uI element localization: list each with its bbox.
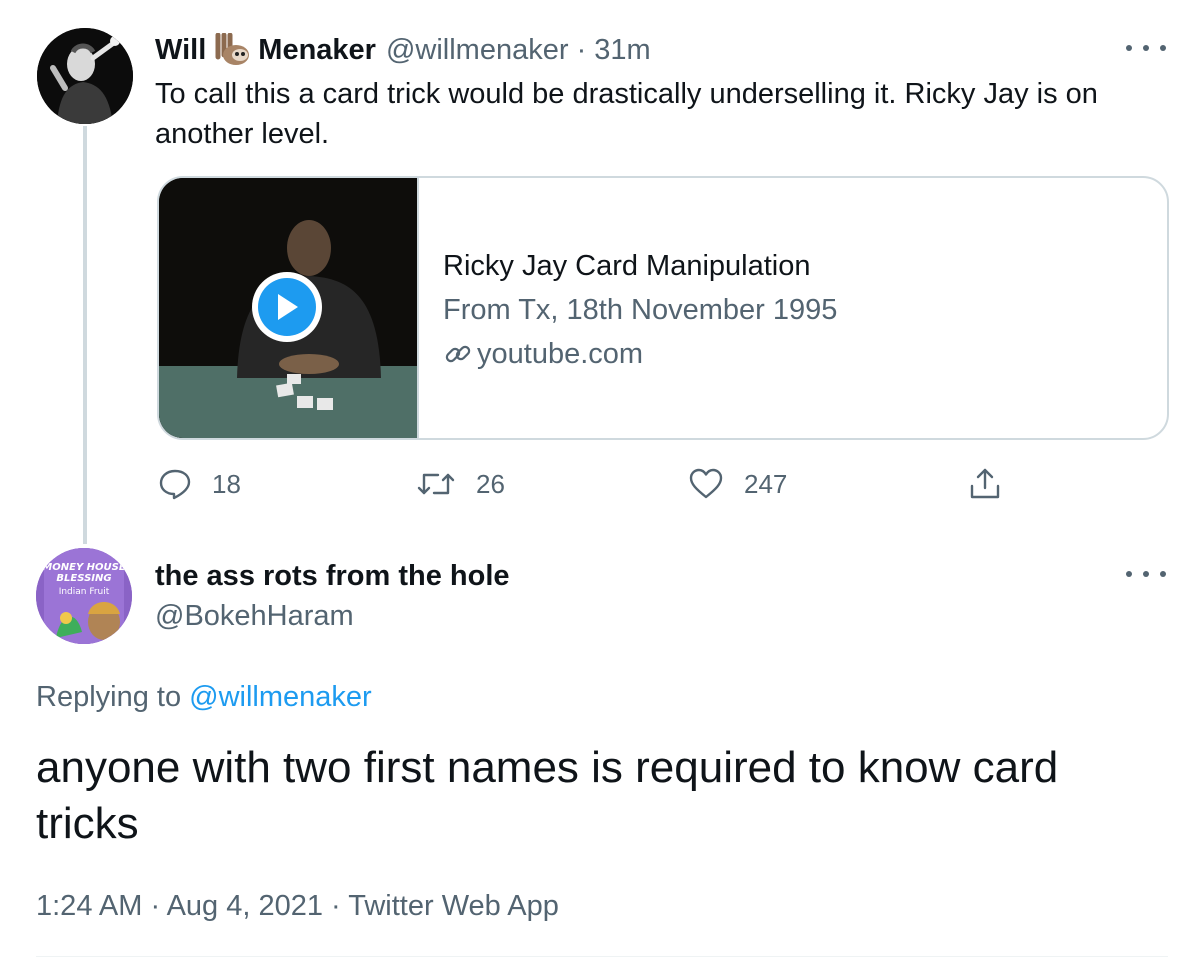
tweet-body-text: To call this a card trick would be drast… (155, 78, 1098, 150)
share-button[interactable] (968, 462, 1022, 506)
reply-body-text: anyone with two first names is required … (36, 743, 1059, 848)
card-domain-row: youtube.com (443, 332, 837, 376)
sloth-emoji-icon (212, 32, 252, 67)
divider (36, 956, 1168, 957)
avatar-text-line-3: Indian Fruit (59, 587, 110, 597)
tweet-date[interactable]: Aug 4, 2021 (167, 890, 323, 922)
reply-count: 18 (212, 468, 241, 499)
card-description: From Tx, 18th November 1995 (443, 294, 838, 326)
like-button[interactable]: 247 (688, 462, 787, 506)
user-avatar-bokehharam[interactable]: MONEY HOUSE BLESSING Indian Fruit (36, 548, 132, 644)
card-title: Ricky Jay Card Manipulation (443, 250, 811, 282)
tweet-timestamp[interactable]: 1:24 AM (36, 890, 142, 922)
retweet-icon (417, 473, 455, 495)
avatar-text-line-1: MONEY HOUSE (42, 562, 126, 573)
tweet-header: Will Menaker @willmenaker · 31m (155, 30, 651, 70)
avatar-photo-icon (37, 28, 133, 124)
reply-author-name[interactable]: the ass rots from the hole (155, 556, 510, 596)
author-first-name[interactable]: Will (155, 34, 206, 67)
tweet-meta-line: 1:24 AM · Aug 4, 2021 · Twitter Web App (36, 884, 559, 928)
replying-to-link[interactable]: @willmenaker (189, 681, 372, 713)
more-options-icon[interactable] (1126, 564, 1166, 584)
meta-dot: · (142, 890, 167, 922)
avatar-product-label-icon: MONEY HOUSE BLESSING Indian Fruit (36, 548, 132, 644)
reply-author-handle[interactable]: @BokehHaram (155, 596, 354, 636)
twitter-thread-view: Will Menaker @willmenaker · 31m To call … (0, 0, 1196, 976)
tweet-time[interactable]: 31m (594, 34, 650, 67)
link-preview-card[interactable]: Ricky Jay Card Manipulation From Tx, 18t… (157, 176, 1169, 440)
author-handle[interactable]: @willmenaker (386, 34, 569, 67)
tweet-action-bar: 18 26 247 (0, 462, 1196, 506)
replying-prefix: Replying to (36, 681, 190, 713)
header-separator: · (568, 33, 595, 66)
card-info: Ricky Jay Card Manipulation From Tx, 18t… (443, 244, 837, 376)
link-icon (445, 345, 471, 363)
play-button[interactable] (252, 272, 322, 342)
heart-icon (689, 468, 723, 499)
avatar-text-line-2: BLESSING (56, 573, 111, 584)
author-last-name[interactable]: Menaker (258, 34, 376, 67)
share-icon (970, 468, 1000, 499)
reply-icon (159, 469, 191, 500)
user-avatar-willmenaker[interactable] (37, 28, 133, 124)
tweet-source[interactable]: Twitter Web App (348, 890, 559, 922)
more-options-icon[interactable] (1126, 38, 1166, 58)
video-thumbnail[interactable] (159, 178, 419, 438)
card-domain: youtube.com (477, 338, 644, 370)
retweet-count: 26 (476, 468, 505, 499)
retweet-button[interactable]: 26 (416, 462, 505, 506)
like-count: 247 (744, 468, 788, 499)
meta-dot: · (323, 890, 349, 922)
reply-button[interactable]: 18 (158, 462, 241, 506)
play-icon (258, 278, 316, 336)
replying-to-line: Replying to @willmenaker (36, 677, 372, 717)
